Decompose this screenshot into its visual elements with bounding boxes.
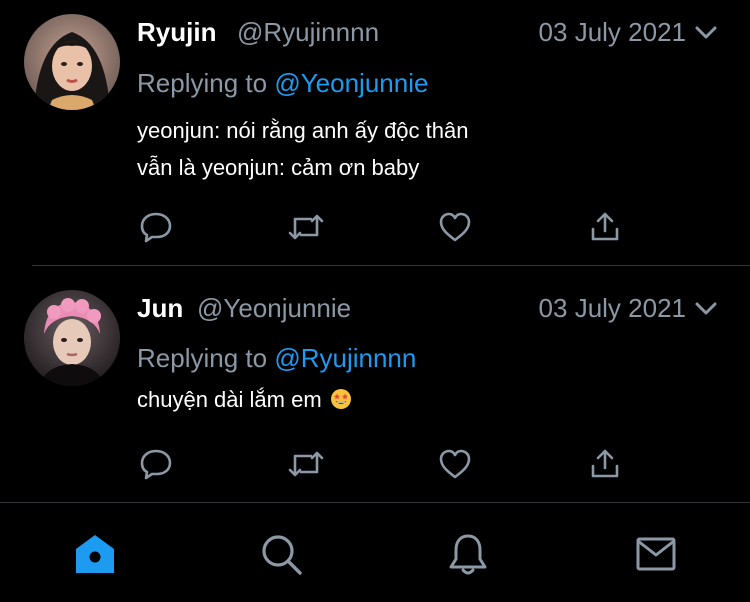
share-button[interactable]: [585, 444, 625, 484]
username[interactable]: @Ryujinnnn: [237, 17, 379, 48]
tweet-date: 03 July 2021: [538, 17, 686, 47]
search-icon: [262, 535, 302, 575]
profile-photo-icon: [24, 14, 120, 110]
display-name[interactable]: Jun: [137, 293, 183, 324]
like-icon: [439, 449, 471, 479]
tweet-date: 03 July 2021: [538, 293, 686, 323]
reply-button[interactable]: [136, 444, 176, 484]
mention-link[interactable]: @Yeonjunnie: [274, 68, 428, 98]
nav-home[interactable]: [70, 529, 120, 579]
mention-link[interactable]: @Ryujinnnn: [274, 343, 416, 373]
retweet-button[interactable]: [286, 444, 326, 484]
notifications-bell-icon: [449, 534, 487, 575]
avatar[interactable]: [24, 290, 120, 386]
share-button[interactable]: [585, 207, 625, 247]
tweet-text-line: chuyện dài lắm em: [137, 387, 352, 413]
nav-notifications[interactable]: [443, 529, 493, 579]
like-button[interactable]: [435, 207, 475, 247]
retweet-icon: [288, 214, 324, 240]
retweet-icon: [288, 451, 324, 477]
avatar[interactable]: [24, 14, 120, 110]
bottom-nav: [0, 503, 750, 602]
display-name[interactable]: Ryujin: [137, 17, 216, 48]
replying-to: Replying to @Yeonjunnie: [137, 68, 428, 99]
tweet[interactable]: Jun @Yeonjunnie 03 July 2021 Replying to…: [0, 266, 750, 502]
reply-button[interactable]: [136, 207, 176, 247]
chevron-down-icon[interactable]: [693, 296, 719, 322]
username[interactable]: @Yeonjunnie: [197, 293, 351, 324]
chevron-down-icon[interactable]: [693, 20, 719, 46]
messages-envelope-icon: [636, 537, 676, 571]
home-icon: [76, 535, 114, 573]
replying-to: Replying to @Ryujinnnn: [137, 343, 416, 374]
tweet-text-line: yeonjun: nói rằng anh ấy độc thân: [137, 118, 469, 143]
like-button[interactable]: [435, 444, 475, 484]
replying-label: Replying to: [137, 343, 268, 373]
reply-icon: [140, 212, 172, 243]
nav-messages[interactable]: [631, 529, 681, 579]
replying-label: Replying to: [137, 68, 268, 98]
tweet-text: chuyện dài lắm em: [137, 387, 322, 412]
star-struck-emoji-icon: [330, 389, 351, 409]
profile-photo-icon: [24, 290, 120, 386]
nav-search[interactable]: [256, 529, 306, 579]
share-icon: [591, 212, 619, 241]
tweet[interactable]: Ryujin @Ryujinnnn 03 July 2021 Replying …: [0, 0, 750, 265]
reply-icon: [140, 449, 172, 480]
share-icon: [591, 449, 619, 478]
like-icon: [439, 212, 471, 242]
retweet-button[interactable]: [286, 207, 326, 247]
tweet-text-line: vẫn là yeonjun: cảm ơn baby: [137, 155, 420, 180]
